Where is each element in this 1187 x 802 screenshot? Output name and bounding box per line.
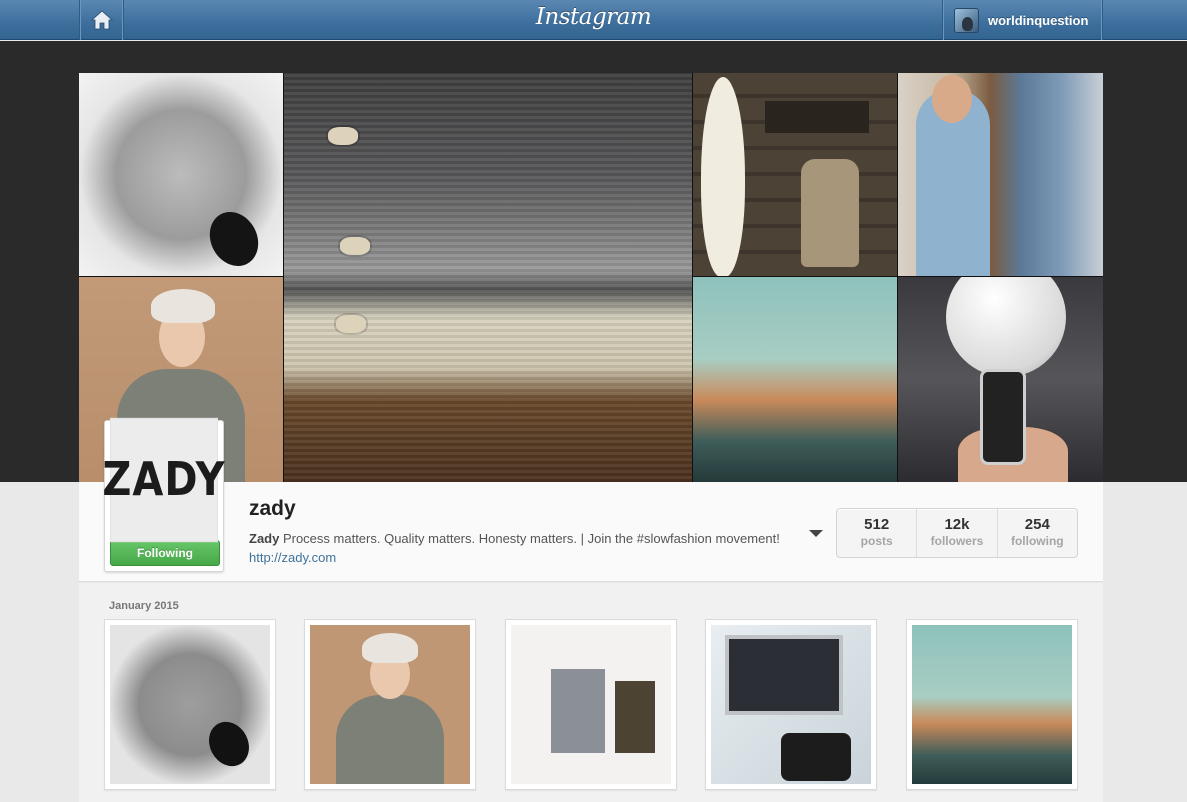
- stat-label: posts: [860, 534, 893, 548]
- avatar-logo-text: ZADY: [102, 453, 226, 507]
- stat-value: 12k: [944, 516, 970, 533]
- photo-image: [511, 625, 671, 784]
- header-photo-wall: [79, 73, 1103, 482]
- feed-photo[interactable]: [104, 619, 276, 790]
- bio-link[interactable]: http://zady.com: [249, 550, 336, 565]
- header-photo-sweater[interactable]: [79, 73, 283, 276]
- profile-stats: 512 posts 12k followers 254 following: [836, 508, 1078, 558]
- bio-name: Zady: [249, 531, 280, 546]
- feed-photo[interactable]: [304, 619, 476, 790]
- stat-label: followers: [930, 534, 984, 548]
- bio-text: Process matters. Quality matters. Honest…: [279, 531, 780, 546]
- profile-avatar[interactable]: ZADY: [102, 417, 225, 543]
- user-avatar: [954, 7, 979, 33]
- photo-image: [711, 625, 871, 784]
- photo-image: [912, 625, 1072, 784]
- profile-bio: Zady Process matters. Quality matters. H…: [249, 529, 789, 567]
- stat-following[interactable]: 254 following: [998, 509, 1077, 557]
- profile-avatar-card: ZADY Following: [102, 417, 225, 572]
- header-photo-skyline[interactable]: [693, 277, 897, 482]
- header-photo-jeans[interactable]: [898, 73, 1103, 276]
- feed-photo[interactable]: [705, 619, 877, 790]
- following-button[interactable]: Following: [110, 540, 220, 566]
- header-photo-surfboard[interactable]: [693, 73, 897, 276]
- header-photo-knitwear[interactable]: [284, 73, 692, 482]
- photo-image: [110, 625, 270, 784]
- stat-posts[interactable]: 512 posts: [837, 509, 918, 557]
- photo-image: [310, 625, 470, 784]
- chevron-down-icon[interactable]: [809, 530, 823, 537]
- stat-followers[interactable]: 12k followers: [917, 509, 998, 557]
- current-username: worldinquestion: [988, 12, 1089, 28]
- month-heading: January 2015: [109, 600, 179, 612]
- profile-username: zady: [249, 497, 296, 520]
- header-photo-cap-balloon[interactable]: [898, 277, 1103, 482]
- feed-photo[interactable]: [906, 619, 1078, 790]
- stat-value: 254: [1024, 516, 1050, 533]
- stat-label: following: [1010, 534, 1064, 548]
- stat-value: 512: [864, 516, 890, 533]
- top-nav-bar: Instagram worldinquestion: [0, 0, 1187, 40]
- feed-photo[interactable]: [505, 619, 677, 790]
- user-menu-button[interactable]: worldinquestion: [942, 0, 1103, 40]
